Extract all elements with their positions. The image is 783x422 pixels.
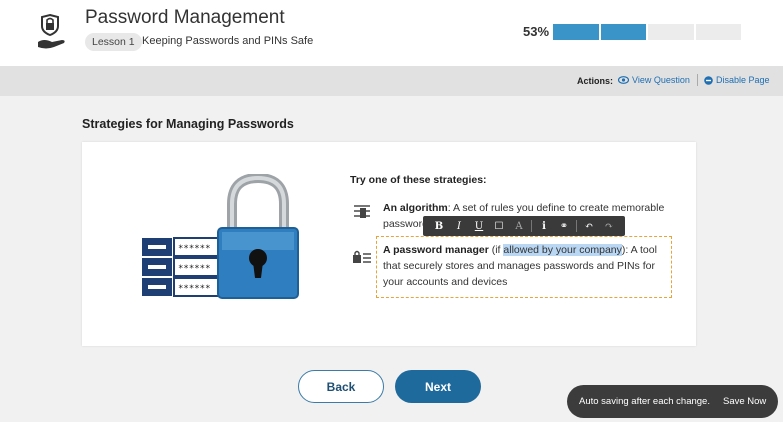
strategy-algorithm-title: An algorithm — [383, 202, 448, 214]
selected-text-box[interactable]: A password manager (if allowed by your c… — [376, 236, 672, 298]
actions-bar: Actions: View Question Disable Page — [0, 66, 783, 96]
italic-button[interactable]: I — [449, 221, 469, 232]
divider — [697, 74, 698, 86]
content-card: ****** ****** ****** Try one of these st… — [82, 142, 696, 346]
password-mask: ****** — [178, 284, 211, 294]
try-label: Try one of these strategies: — [350, 174, 487, 186]
password-manager-icon — [353, 250, 371, 263]
save-now-button[interactable]: Save Now — [723, 396, 766, 407]
view-question-link[interactable]: View Question — [618, 75, 690, 85]
padlock-illustration: ****** ****** ****** — [142, 174, 299, 299]
disable-page-link[interactable]: Disable Page — [704, 75, 770, 85]
header: Password Management Lesson 1 Keeping Pas… — [0, 0, 783, 66]
bold-button[interactable]: B — [429, 221, 449, 232]
progress-bar — [553, 24, 741, 40]
strategy-password-manager-title: A password manager — [383, 244, 489, 256]
info-button[interactable]: i — [534, 221, 554, 232]
section-title: Strategies for Managing Passwords — [82, 117, 294, 131]
main-content: Strategies for Managing Passwords ******… — [0, 96, 783, 422]
box-button[interactable]: ☐ — [489, 221, 509, 232]
progress-segment — [553, 24, 599, 40]
progress-percent: 53% — [523, 24, 550, 39]
link-button[interactable]: ⚭ — [554, 221, 574, 232]
underline-button[interactable]: U — [469, 221, 489, 232]
redo-button[interactable]: ↷ — [599, 221, 619, 232]
strategy-pre: (if — [488, 244, 504, 256]
lesson-badge: Lesson 1 — [85, 33, 142, 51]
eye-icon — [618, 76, 629, 84]
view-question-label: View Question — [632, 75, 690, 85]
undo-button[interactable]: ↶ — [579, 221, 599, 232]
divider — [576, 220, 577, 232]
password-mask: ****** — [178, 244, 211, 254]
autosave-message: Auto saving after each change. — [579, 396, 710, 407]
strategy-password-manager[interactable]: A password manager (if allowed by your c… — [383, 242, 671, 290]
selected-text: allowed by your company — [503, 244, 622, 256]
format-toolbar: B I U ☐ A i ⚭ ↶ ↷ — [423, 216, 625, 236]
password-mask: ****** — [178, 264, 211, 274]
divider — [531, 220, 532, 232]
hand-shield-icon — [38, 13, 65, 49]
font-button[interactable]: A — [509, 221, 529, 232]
minus-circle-icon — [704, 75, 713, 85]
back-button[interactable]: Back — [298, 370, 384, 403]
autosave-toast: Auto saving after each change. Save Now — [567, 385, 778, 418]
actions-label: Actions: — [577, 76, 613, 86]
next-button[interactable]: Next — [395, 370, 481, 403]
lesson-title: Keeping Passwords and PINs Safe — [142, 35, 314, 47]
progress-segment — [648, 24, 694, 40]
algorithm-icon — [354, 205, 370, 218]
page-title: Password Management — [85, 7, 285, 28]
disable-page-label: Disable Page — [716, 75, 770, 85]
progress-segment — [695, 24, 741, 40]
progress-segment — [600, 24, 646, 40]
